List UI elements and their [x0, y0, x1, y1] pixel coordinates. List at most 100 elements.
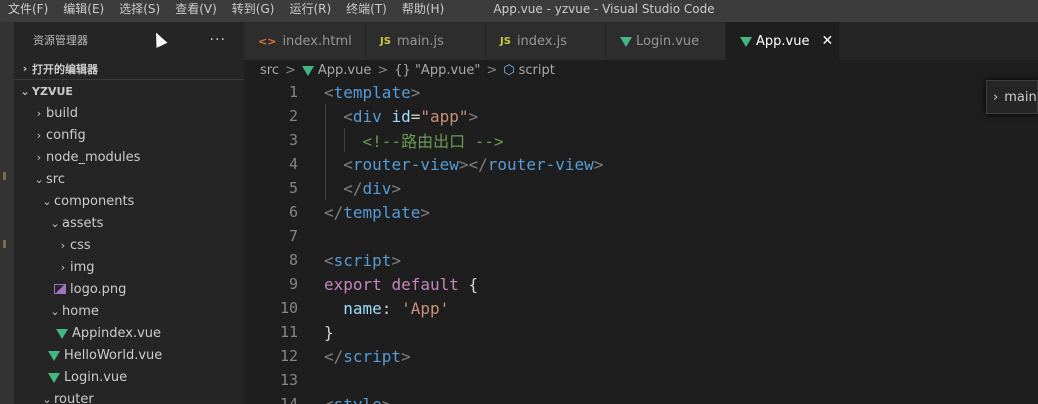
- activity-indicator: [3, 172, 6, 180]
- line-number: 10: [279, 299, 298, 317]
- code-line: 7: [244, 224, 1038, 248]
- tree-folder-assets[interactable]: ⌄ assets: [14, 212, 244, 234]
- tree-file-logo-png[interactable]: logo.png: [14, 278, 244, 300]
- code-editor[interactable]: 1 <template> 2 <div id="app"> 3 <!--路由出口…: [244, 80, 1038, 404]
- tree-label: logo.png: [70, 281, 127, 297]
- js-icon: JS: [500, 35, 511, 47]
- tree-folder-build[interactable]: › build: [14, 102, 244, 124]
- tab-login-vue[interactable]: Login.vue: [606, 22, 726, 60]
- project-section[interactable]: ⌄ YZVUE: [14, 80, 244, 102]
- tree-folder-node-modules[interactable]: › node_modules: [14, 146, 244, 168]
- code-text: <style>: [324, 394, 392, 404]
- line-number: 11: [279, 323, 298, 341]
- tab-index-js[interactable]: JS index.js: [486, 22, 606, 60]
- tab-app-vue[interactable]: App.vue ✕: [726, 22, 840, 60]
- tree-folder-css[interactable]: › css: [14, 234, 244, 256]
- tree-label: config: [46, 127, 86, 143]
- vue-file-icon: [48, 351, 60, 361]
- tree-folder-router[interactable]: ⌄ router: [14, 388, 244, 404]
- tab-index-html[interactable]: <> index.html: [244, 22, 366, 60]
- tree-folder-src[interactable]: ⌄ src: [14, 168, 244, 190]
- line-number: 7: [288, 227, 298, 245]
- tree-label: home: [62, 303, 99, 319]
- chevron-right-icon: >: [284, 62, 296, 78]
- menu-edit[interactable]: 编辑(E): [55, 0, 111, 22]
- code-text: <template>: [324, 82, 421, 102]
- tree-file-helloworld-vue[interactable]: HelloWorld.vue: [14, 344, 244, 366]
- explorer-header: 资源管理器 ···: [14, 22, 244, 58]
- tree-folder-components[interactable]: ⌄ components: [14, 190, 244, 212]
- tree-label: router: [54, 391, 94, 404]
- menu-terminal[interactable]: 终端(T): [338, 0, 394, 22]
- code-line: 10 name: 'App': [244, 296, 1038, 320]
- chevron-right-icon: ›: [36, 128, 42, 142]
- menu-selection[interactable]: 选择(S): [111, 0, 167, 22]
- line-number: 4: [288, 155, 298, 173]
- chevron-right-icon: ›: [60, 260, 66, 274]
- js-icon: JS: [380, 35, 391, 47]
- close-icon[interactable]: ✕: [821, 33, 833, 49]
- tree-folder-home[interactable]: ⌄ home: [14, 300, 244, 322]
- tree-folder-config[interactable]: › config: [14, 124, 244, 146]
- menu-help[interactable]: 帮助(H): [394, 0, 451, 22]
- tree-file-login-vue[interactable]: Login.vue: [14, 366, 244, 388]
- code-line: 12 </script>: [244, 344, 1038, 368]
- line-number: 13: [279, 371, 298, 389]
- project-label: YZVUE: [32, 84, 73, 98]
- menu-go[interactable]: 转到(G): [224, 0, 282, 22]
- tree-label: components: [54, 193, 135, 209]
- vue-icon: [740, 37, 752, 47]
- line-number: 6: [288, 203, 298, 221]
- chevron-right-icon: ›: [22, 62, 28, 75]
- open-editors-section[interactable]: › 打开的编辑器: [14, 58, 244, 80]
- line-number: 2: [288, 107, 298, 125]
- breadcrumb-item-module[interactable]: {} "App.vue": [394, 63, 480, 78]
- tree-label: css: [70, 237, 91, 253]
- tree-label: node_modules: [46, 149, 141, 165]
- tree-label: assets: [62, 215, 104, 231]
- code-text: export default {: [324, 274, 479, 294]
- chevron-right-icon: ›: [36, 106, 42, 120]
- tree-file-appindex-vue[interactable]: Appindex.vue: [14, 322, 244, 344]
- tab-label: index.html: [282, 33, 352, 49]
- menu-file[interactable]: 文件(F): [0, 0, 55, 22]
- code-line: 3 <!--路由出口 -->: [244, 128, 1038, 152]
- tree-folder-img[interactable]: › img: [14, 256, 244, 278]
- breadcrumb-item-app-vue[interactable]: App.vue: [318, 63, 371, 78]
- vue-icon: [620, 37, 632, 47]
- peek-widget[interactable]: › main: [986, 80, 1038, 114]
- tab-label: main.js: [396, 33, 444, 49]
- code-text: }: [324, 322, 334, 342]
- code-line: 6 </template>: [244, 200, 1038, 224]
- code-line: 1 <template>: [244, 80, 1038, 104]
- chevron-right-icon: ›: [993, 89, 999, 105]
- code-line: 8 <script>: [244, 248, 1038, 272]
- line-number: 12: [279, 347, 298, 365]
- code-line: 2 <div id="app">: [244, 104, 1038, 128]
- line-number: 14: [279, 395, 298, 404]
- code-line: 14 <style>: [244, 392, 1038, 404]
- chevron-down-icon: ⌄: [50, 304, 60, 318]
- chevron-down-icon: ⌄: [42, 392, 52, 404]
- menu-view[interactable]: 查看(V): [167, 0, 224, 22]
- tab-main-js[interactable]: JS main.js: [366, 22, 486, 60]
- more-actions-icon[interactable]: ···: [210, 32, 226, 48]
- menu-run[interactable]: 运行(R): [281, 0, 338, 22]
- editor-tabs: <> index.html JS main.js JS index.js Log…: [244, 22, 1038, 60]
- chevron-right-icon: >: [486, 62, 498, 78]
- breadcrumb-item-src[interactable]: src: [260, 63, 279, 78]
- tree-label: build: [46, 105, 78, 121]
- tree-label: HelloWorld.vue: [64, 347, 163, 363]
- explorer-sidebar: 资源管理器 ··· › 打开的编辑器 ⌄ YZVUE › build › con…: [14, 22, 244, 404]
- cube-icon: ⬡: [503, 62, 515, 78]
- breadcrumb-item-script[interactable]: script: [519, 63, 555, 78]
- vue-file-icon: [56, 329, 68, 339]
- tab-label: App.vue: [756, 33, 810, 49]
- code-text: <!--路由出口 -->: [362, 132, 504, 151]
- code-line: 13: [244, 368, 1038, 392]
- chevron-right-icon: >: [377, 62, 389, 78]
- chevron-right-icon: ›: [60, 238, 66, 252]
- code-line: 4 <router-view></router-view>: [244, 152, 1038, 176]
- html-icon: <>: [258, 34, 277, 48]
- code-text: </template>: [324, 202, 430, 222]
